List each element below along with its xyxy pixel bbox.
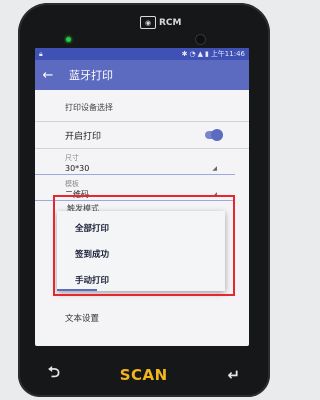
lock-icon: 🔒︎	[39, 49, 43, 58]
logo-text: RCM	[159, 17, 182, 28]
size-label: 尺寸	[65, 154, 79, 162]
front-camera	[195, 34, 206, 45]
status-bar: 🔒︎ ✱ ◔ ▲ ▮ 上午11:46	[35, 48, 249, 60]
enter-key-icon[interactable]: ↵	[227, 366, 240, 384]
dropdown-caret-icon: ◢	[212, 165, 217, 172]
divider	[35, 148, 249, 149]
size-value: 30*30	[65, 164, 90, 173]
print-toggle-row[interactable]: 开启打印	[35, 122, 249, 148]
clock: 上午11:46	[210, 50, 245, 58]
page-title: 蓝牙打印	[69, 69, 113, 82]
logo-mark-icon: ◉	[140, 16, 156, 29]
print-toggle-label: 开启打印	[65, 131, 102, 142]
template-label: 模板	[65, 180, 79, 188]
settings-list: 打印设备选择 开启打印 尺寸 30*30 ◢ 模板 二维码 ◢	[35, 90, 249, 201]
battery-icon: ▮	[204, 50, 209, 58]
device-logo: ◉ RCM	[140, 16, 182, 29]
status-led	[66, 37, 71, 42]
size-spinner[interactable]: 30*30 ◢	[35, 163, 235, 175]
back-key-icon[interactable]: ⮌	[48, 362, 60, 387]
print-toggle-switch[interactable]	[205, 129, 223, 141]
hardware-keys: ⮌ SCAN ↵	[18, 352, 270, 397]
print-device-select[interactable]: 打印设备选择	[35, 90, 249, 113]
app-bar: ← 蓝牙打印	[35, 60, 249, 90]
scan-key[interactable]: SCAN	[120, 366, 168, 384]
bluetooth-icon: ✱	[181, 50, 188, 58]
highlight-box	[53, 195, 235, 296]
back-arrow-icon[interactable]: ←	[35, 68, 61, 83]
text-settings-item[interactable]: 文本设置	[65, 312, 249, 324]
signal-icon: ▲	[197, 50, 203, 58]
wifi-icon: ◔	[189, 50, 196, 58]
